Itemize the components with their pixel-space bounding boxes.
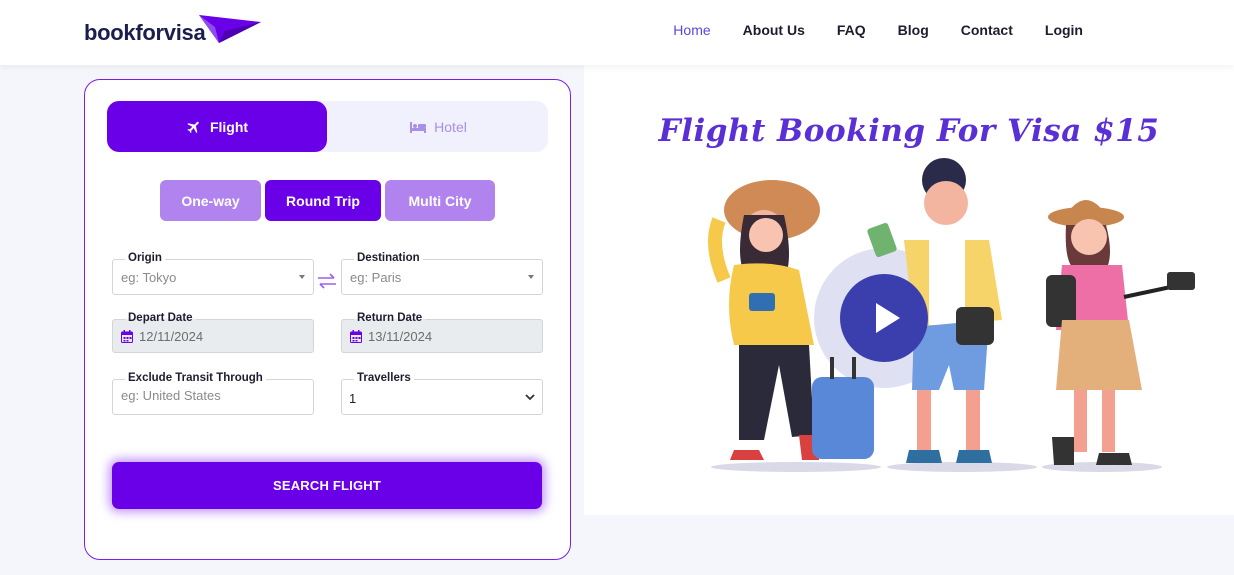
tab-hotel[interactable]: Hotel [328, 101, 548, 152]
depart-date-content: 12/11/2024 [121, 329, 203, 344]
chevron-down-icon [525, 394, 535, 401]
calendar-icon [350, 330, 362, 343]
destination-select[interactable]: Destination eg: Paris [341, 251, 543, 295]
caret-down-icon [299, 275, 305, 279]
round-trip-button[interactable]: Round Trip [265, 180, 381, 221]
return-date-label: Return Date [354, 311, 426, 325]
search-flight-button[interactable]: SEARCH FLIGHT [112, 462, 542, 509]
return-date-content: 13/11/2024 [350, 329, 432, 344]
travellers-label: Travellers [354, 371, 414, 385]
caret-down-icon [528, 275, 534, 279]
origin-label: Origin [125, 251, 165, 265]
tab-flight-label: Flight [209, 118, 249, 135]
hero-panel: Flight Booking For Visa $15 [584, 65, 1234, 515]
travelers-illustration [708, 158, 1195, 472]
brand-name: bookforvisa [84, 20, 206, 45]
travellers-value: 1 [349, 391, 357, 406]
return-date-value: 13/11/2024 [368, 329, 433, 344]
airplane-icon [187, 121, 199, 133]
swap-icon[interactable] [317, 273, 337, 289]
nav-home[interactable]: Home [673, 22, 710, 38]
site-header: bookforvisa Home About Us FAQ Blog Conta… [0, 0, 1234, 65]
bed-icon [410, 121, 427, 133]
nav-faq[interactable]: FAQ [837, 22, 866, 38]
depart-date-value: 12/11/2024 [139, 329, 204, 344]
destination-label: Destination [354, 251, 423, 265]
calendar-icon [121, 330, 133, 343]
nav-about-us[interactable]: About Us [743, 22, 805, 38]
origin-select[interactable]: Origin eg: Tokyo [112, 251, 314, 295]
origin-placeholder: eg: Tokyo [121, 270, 177, 285]
exclude-transit-placeholder: eg: United States [121, 388, 221, 403]
multi-city-button[interactable]: Multi City [385, 180, 495, 221]
one-way-button[interactable]: One-way [160, 180, 261, 221]
nav-login[interactable]: Login [1045, 22, 1083, 38]
booking-type-tabs: Flight Hotel [107, 101, 548, 152]
nav-contact[interactable]: Contact [961, 22, 1013, 38]
depart-date-field[interactable]: Depart Date 12/11/2024 [112, 311, 314, 353]
exclude-transit-input[interactable]: Exclude Transit Through eg: United State… [112, 371, 314, 415]
brand-logo[interactable]: bookforvisa [84, 15, 263, 50]
paper-plane-logo-icon [199, 15, 262, 43]
tab-flight[interactable]: Flight [107, 101, 327, 152]
tab-hotel-label: Hotel [434, 118, 467, 135]
nav-blog[interactable]: Blog [898, 22, 929, 38]
destination-placeholder: eg: Paris [350, 270, 402, 285]
depart-date-label: Depart Date [125, 311, 196, 325]
booking-card: Flight Hotel One-way Round Trip Multi Ci… [84, 79, 571, 560]
exclude-transit-label: Exclude Transit Through [125, 371, 266, 385]
return-date-field[interactable]: Return Date 13/11/2024 [341, 311, 543, 353]
travellers-select[interactable]: Travellers 1 [341, 371, 543, 415]
main-nav: Home About Us FAQ Blog Contact Login [673, 22, 1083, 38]
